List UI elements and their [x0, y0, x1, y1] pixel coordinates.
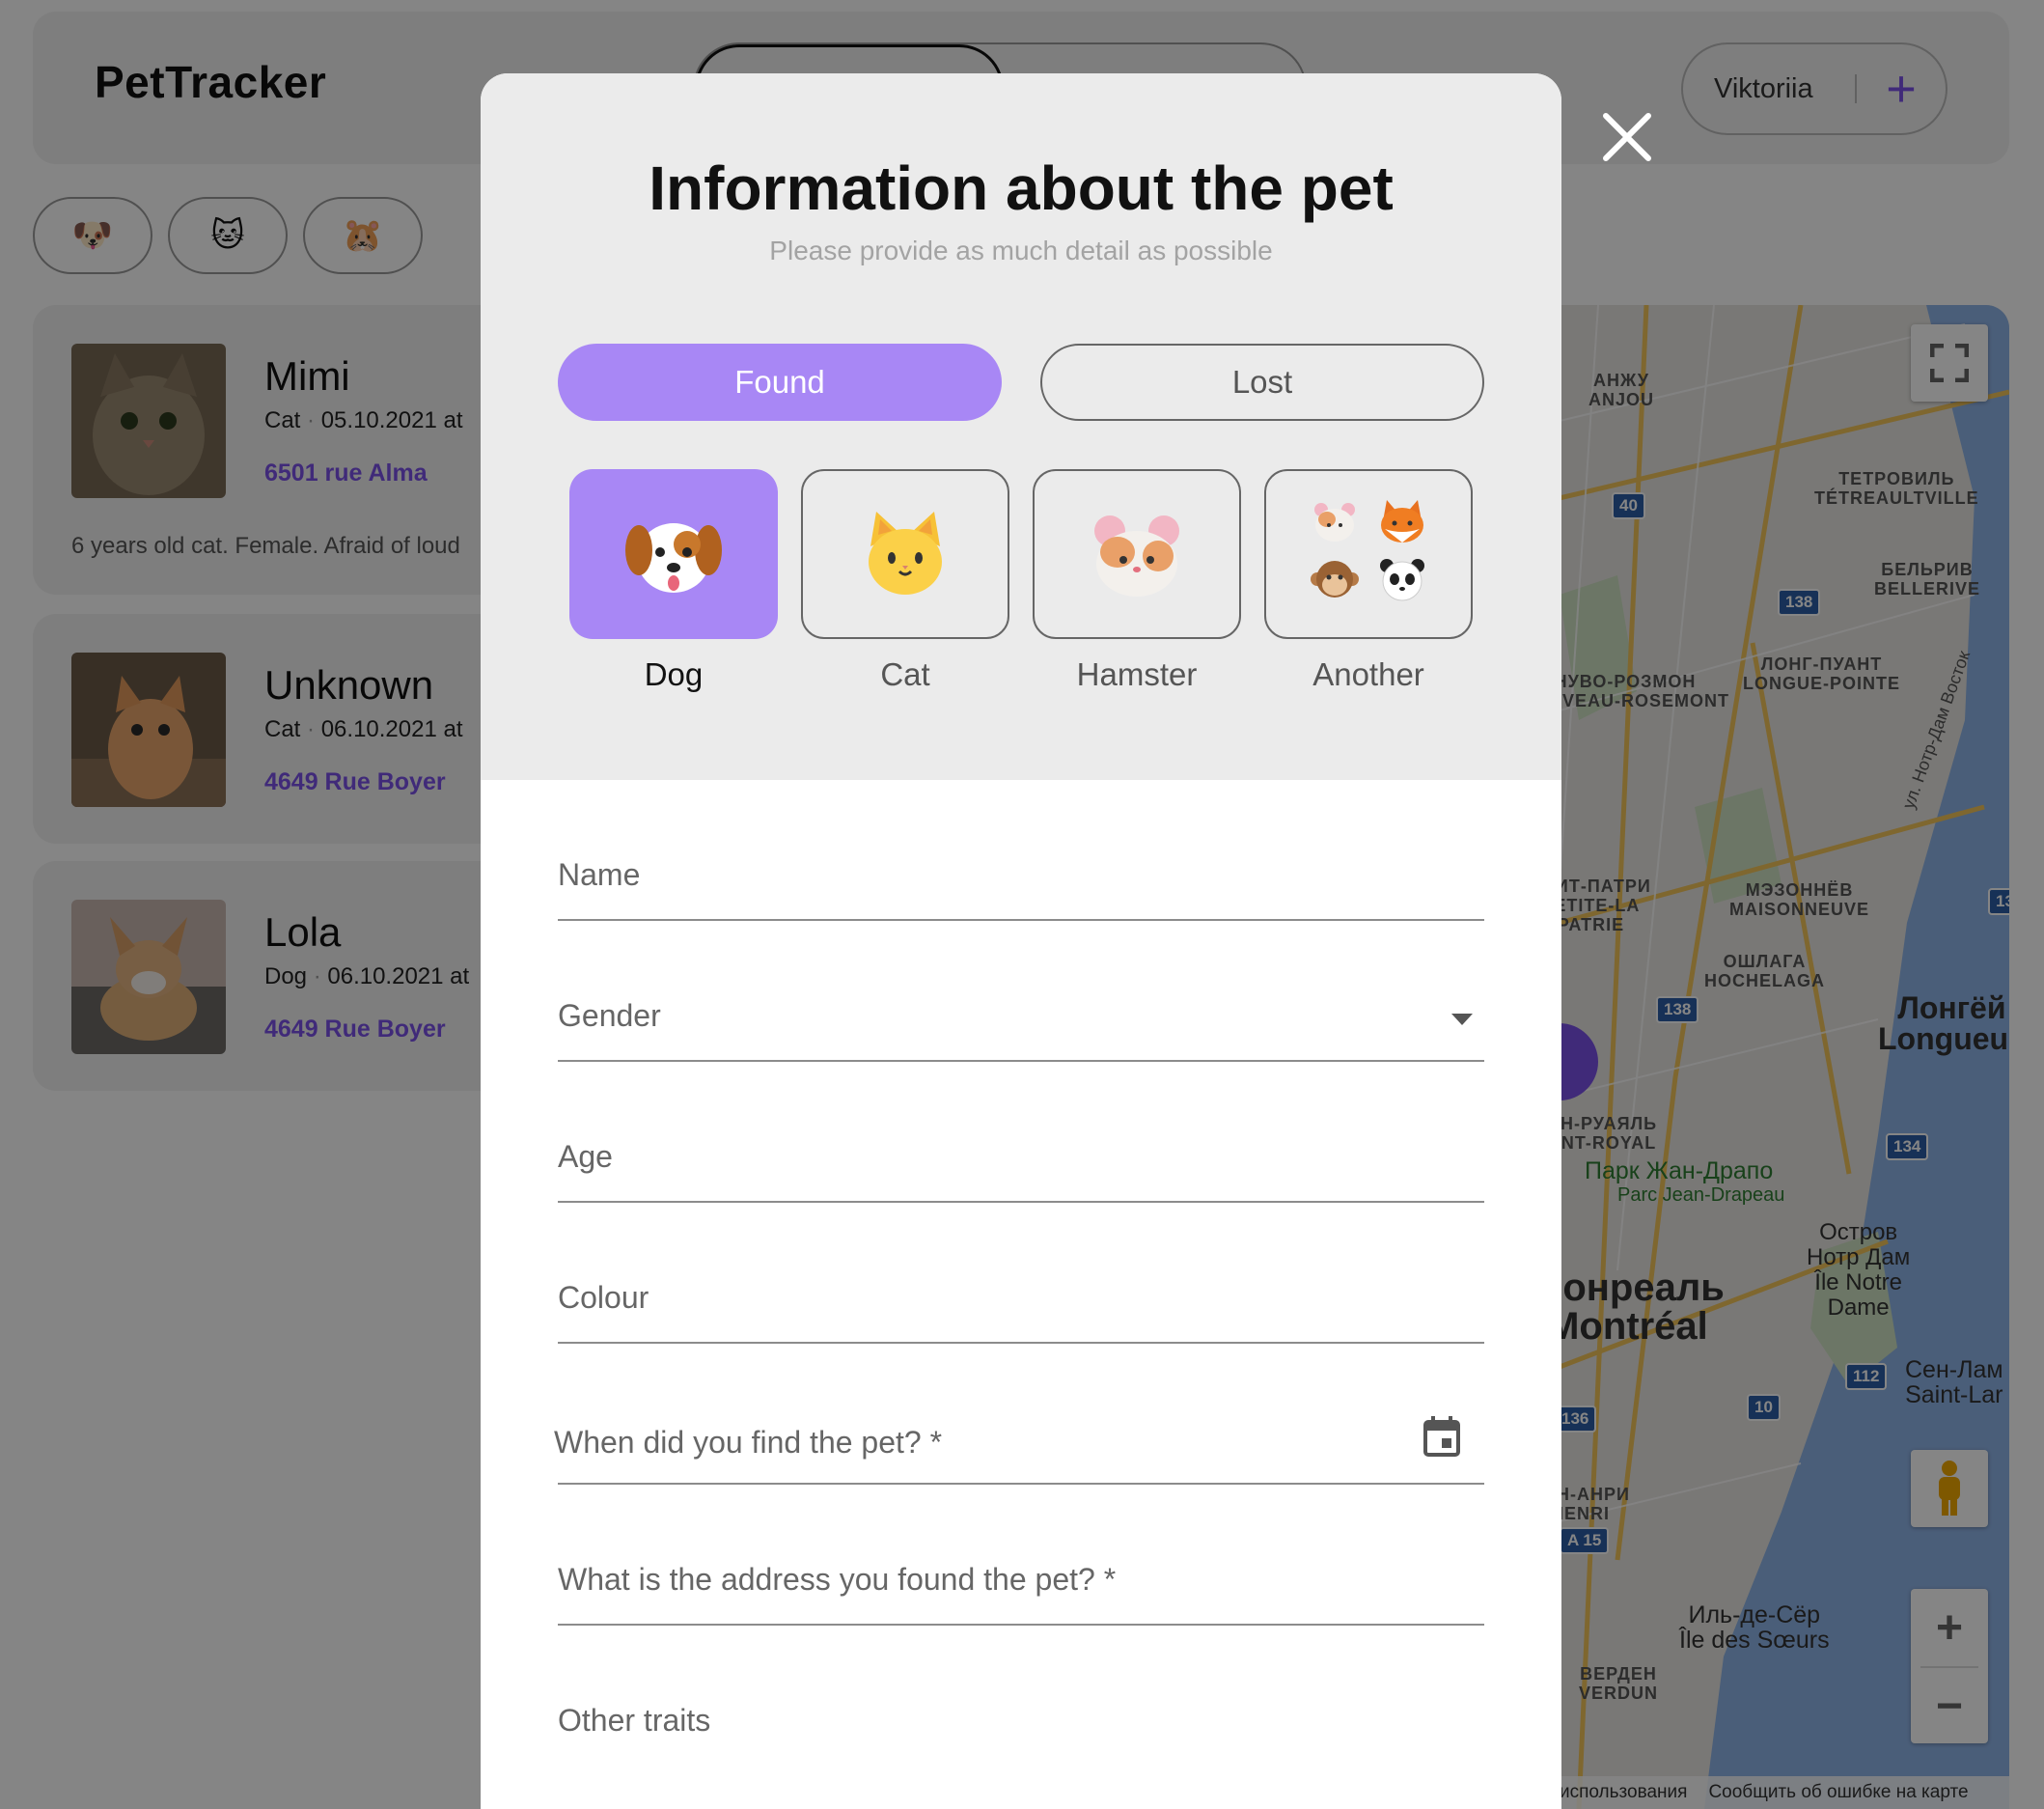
age-field-label: Age	[558, 1139, 613, 1174]
other-animals-icon	[1311, 500, 1424, 601]
lost-button[interactable]: Lost	[1040, 344, 1484, 421]
found-date-field[interactable]: When did you find the pet? *	[554, 1409, 1484, 1485]
found-address-field[interactable]: What is the address you found the pet? *	[558, 1550, 1484, 1626]
pet-type-dog-label: Dog	[644, 656, 704, 692]
modal-subtitle: Please provide as much detail as possibl…	[769, 236, 1273, 265]
dog-icon	[625, 523, 722, 593]
cat-icon	[869, 512, 942, 595]
calendar-icon[interactable]	[1423, 1415, 1461, 1458]
found-date-field-label: When did you find the pet? *	[554, 1425, 943, 1460]
gender-select[interactable]: Gender	[558, 987, 1484, 1062]
pet-type-cat[interactable]	[801, 469, 1009, 639]
pet-type-hamster[interactable]	[1033, 469, 1241, 639]
pet-type-cat-label: Cat	[880, 656, 930, 692]
modal-title: Information about the pet	[649, 153, 1394, 223]
hamster-icon	[1094, 515, 1179, 597]
colour-field[interactable]: Colour	[558, 1268, 1484, 1344]
colour-field-label: Colour	[558, 1280, 649, 1315]
chevron-down-icon[interactable]	[1451, 1014, 1473, 1027]
pet-type-dog[interactable]	[569, 469, 778, 639]
other-traits-field[interactable]: Other traits	[558, 1691, 1484, 1767]
name-field[interactable]: Name	[558, 846, 1484, 921]
pet-info-modal: Information about the pet Please provide…	[481, 73, 1561, 1809]
pet-type-another[interactable]	[1264, 469, 1473, 639]
modal-header-section: Information about the pet Please provide…	[481, 73, 1561, 780]
other-traits-field-label: Other traits	[558, 1703, 711, 1738]
close-icon[interactable]	[1598, 108, 1656, 166]
found-button[interactable]: Found	[558, 344, 1002, 421]
pet-type-hamster-label: Hamster	[1076, 656, 1198, 692]
found-address-field-label: What is the address you found the pet? *	[558, 1562, 1117, 1597]
pet-type-another-label: Another	[1312, 656, 1424, 692]
age-field[interactable]: Age	[558, 1127, 1484, 1203]
name-field-label: Name	[558, 857, 641, 892]
gender-field-label: Gender	[558, 998, 661, 1033]
